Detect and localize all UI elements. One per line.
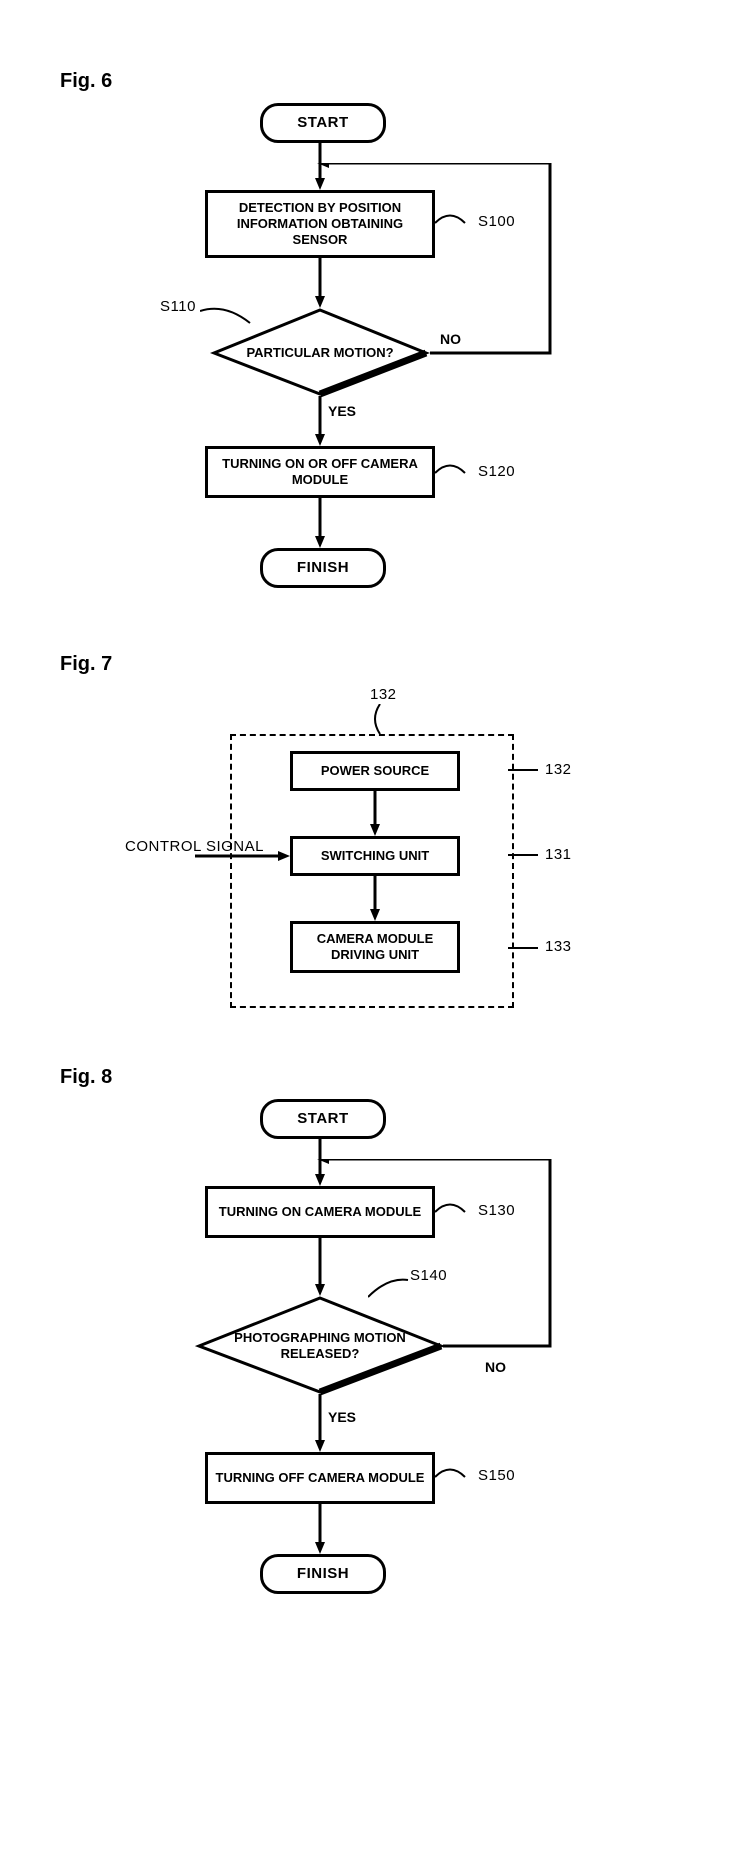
fig6-start: START (260, 103, 386, 143)
fig6-s120: TURNING ON OR OFF CAMERA MODULE (205, 446, 435, 498)
fig7-group-leader (365, 704, 395, 734)
fig7-arrow-power-sw (370, 791, 386, 836)
fig7-label: Fig. 7 (60, 653, 673, 676)
fig7-ctrl-arrow (195, 848, 295, 864)
fig8-s150-brace (435, 1462, 475, 1492)
fig8-start: START (260, 1099, 386, 1139)
fig8-finish: FINISH (260, 1554, 386, 1594)
fig8-s150-ref: S150 (478, 1467, 515, 1484)
fig8-no-path (315, 1159, 565, 1359)
fig7-switching-text: SWITCHING UNIT (321, 848, 429, 864)
fig8-yes: YES (328, 1409, 356, 1425)
fig6-label: Fig. 6 (60, 70, 673, 93)
fig6-yes: YES (328, 403, 356, 419)
fig7-sw-leader (508, 843, 543, 868)
fig7-power-ref: 132 (545, 761, 572, 778)
fig7-driving: CAMERA MODULE DRIVING UNIT (290, 921, 460, 973)
fig6-no-path (315, 163, 565, 363)
fig6-s110-ref: S110 (160, 298, 196, 315)
fig6-finish: FINISH (260, 548, 386, 588)
fig7-arrow-sw-drv (370, 876, 386, 921)
fig8-arrow-dec-s150 (315, 1394, 331, 1452)
fig6-s120-brace (435, 458, 475, 488)
fig7-diagram: 132 POWER SOURCE 132 SWITCHING UNIT 131 … (100, 686, 673, 1036)
fig7-power-text: POWER SOURCE (321, 763, 429, 779)
fig7-switching-ref: 131 (545, 846, 572, 863)
fig6-arrow-s120-finish (315, 498, 331, 548)
fig6-s120-text: TURNING ON OR OFF CAMERA MODULE (214, 456, 426, 489)
fig7-power: POWER SOURCE (290, 751, 460, 791)
fig7-drv-leader (508, 936, 543, 961)
fig7-driving-text: CAMERA MODULE DRIVING UNIT (299, 931, 451, 964)
fig7-group-ref: 132 (370, 686, 397, 703)
fig8-diagram: START TURNING ON CAMERA MODULE S130 S140… (100, 1099, 673, 1629)
fig8-s150: TURNING OFF CAMERA MODULE (205, 1452, 435, 1504)
fig6-diagram: START DETECTION BY POSITION INFORMATION … (100, 103, 673, 623)
fig7-power-leader (508, 758, 543, 783)
fig8-no: NO (485, 1359, 506, 1375)
fig6-s120-ref: S120 (478, 463, 515, 480)
fig6-arrow-dec-s120 (315, 396, 331, 446)
fig8-label: Fig. 8 (60, 1066, 673, 1089)
fig7-switching: SWITCHING UNIT (290, 836, 460, 876)
fig8-s150-text: TURNING OFF CAMERA MODULE (216, 1470, 425, 1486)
fig7-driving-ref: 133 (545, 938, 572, 955)
fig8-arrow-s150-finish (315, 1504, 331, 1554)
